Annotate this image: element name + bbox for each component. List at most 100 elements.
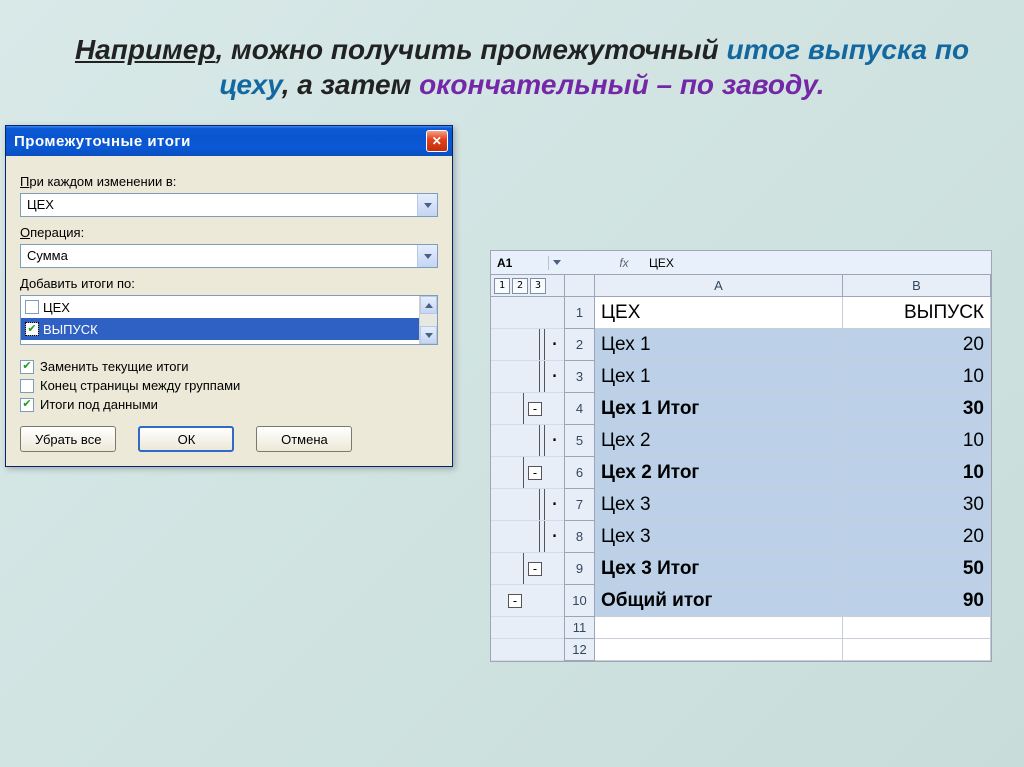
cell[interactable]: 50 — [843, 553, 991, 585]
collapse-icon[interactable]: - — [528, 562, 542, 576]
cell[interactable]: Цех 1 — [595, 329, 843, 361]
cell[interactable] — [595, 639, 843, 661]
combo-at-each-change[interactable]: ЦЕХ — [20, 193, 438, 217]
outline-column[interactable]: 123 - - - - — [491, 275, 565, 661]
scrollbar[interactable] — [419, 296, 437, 344]
row-header[interactable]: 7 — [565, 489, 595, 521]
cell[interactable]: 30 — [843, 393, 991, 425]
row-header[interactable]: 6 — [565, 457, 595, 489]
checkbox-below-data[interactable]: ✔ Итоги под данными — [20, 397, 438, 412]
outline-row[interactable]: - — [491, 393, 564, 425]
spreadsheet: A1 fx ЦЕХ 123 ---- A B 1ЦЕХВЫПУСК2Цех 12… — [490, 250, 992, 662]
remove-all-button[interactable]: Убрать все — [20, 426, 116, 452]
cell[interactable]: Цех 3 — [595, 521, 843, 553]
table-row[interactable]: 1ЦЕХВЫПУСК — [565, 297, 991, 329]
cell[interactable]: ВЫПУСК — [843, 297, 991, 329]
row-header[interactable]: 12 — [565, 639, 595, 661]
outline-row[interactable]: - — [491, 457, 564, 489]
cell[interactable]: Цех 2 — [595, 425, 843, 457]
row-header[interactable]: 9 — [565, 553, 595, 585]
cell[interactable]: Цех 3 Итог — [595, 553, 843, 585]
table-row[interactable]: 6Цех 2 Итог10 — [565, 457, 991, 489]
table-row[interactable]: 7Цех 330 — [565, 489, 991, 521]
cell[interactable]: Цех 2 Итог — [595, 457, 843, 489]
chevron-down-icon[interactable] — [417, 194, 437, 216]
table-row[interactable]: 5Цех 210 — [565, 425, 991, 457]
cell[interactable]: Общий итог — [595, 585, 843, 617]
cell[interactable]: 10 — [843, 425, 991, 457]
cell[interactable] — [843, 639, 991, 661]
checkbox-pagebreak[interactable]: Конец страницы между группами — [20, 378, 438, 393]
formula-input[interactable]: ЦЕХ — [643, 256, 991, 270]
fx-icon[interactable]: fx — [605, 256, 643, 270]
cell[interactable]: Цех 1 Итог — [595, 393, 843, 425]
cell[interactable]: 10 — [843, 457, 991, 489]
headline-lead: Например — [75, 34, 216, 65]
scroll-down-icon[interactable] — [420, 326, 437, 344]
cell[interactable]: 30 — [843, 489, 991, 521]
outline-row[interactable] — [491, 521, 564, 553]
row-header[interactable]: 1 — [565, 297, 595, 329]
cell[interactable]: Цех 3 — [595, 489, 843, 521]
table-row[interactable]: 2Цех 120 — [565, 329, 991, 361]
outline-row[interactable] — [491, 425, 564, 457]
row-header[interactable]: 8 — [565, 521, 595, 553]
collapse-icon[interactable]: - — [528, 466, 542, 480]
grid[interactable]: A B 1ЦЕХВЫПУСК2Цех 1203Цех 1104Цех 1 Ито… — [565, 275, 991, 661]
row-header[interactable]: 2 — [565, 329, 595, 361]
scroll-up-icon[interactable] — [420, 296, 437, 314]
outline-row[interactable] — [491, 329, 564, 361]
checkbox-icon — [20, 379, 34, 393]
cell[interactable]: 10 — [843, 361, 991, 393]
cell[interactable]: 20 — [843, 329, 991, 361]
list-item[interactable]: ЦЕХ — [21, 296, 419, 318]
cancel-button[interactable]: Отмена — [256, 426, 352, 452]
table-row[interactable]: 4Цех 1 Итог30 — [565, 393, 991, 425]
select-all-corner[interactable] — [565, 275, 595, 297]
outline-row[interactable] — [491, 639, 564, 661]
table-row[interactable]: 9Цех 3 Итог50 — [565, 553, 991, 585]
combo-operation[interactable]: Сумма — [20, 244, 438, 268]
outline-row[interactable] — [491, 361, 564, 393]
outline-level-button[interactable]: 1 — [494, 278, 510, 294]
outline-level-button[interactable]: 3 — [530, 278, 546, 294]
outline-row[interactable]: - — [491, 553, 564, 585]
name-box[interactable]: A1 — [491, 256, 549, 270]
cell[interactable]: Цех 1 — [595, 361, 843, 393]
outline-row[interactable]: - — [491, 585, 564, 617]
checkbox-icon: ✔ — [20, 398, 34, 412]
table-row[interactable]: 10Общий итог90 — [565, 585, 991, 617]
checkbox-replace[interactable]: ✔ Заменить текущие итоги — [20, 359, 438, 374]
row-header[interactable]: 4 — [565, 393, 595, 425]
cell[interactable]: ЦЕХ — [595, 297, 843, 329]
table-row[interactable]: 12 — [565, 639, 991, 661]
label-at-each-change: При каждом изменении в: — [20, 174, 438, 189]
cell[interactable]: 20 — [843, 521, 991, 553]
cell[interactable] — [595, 617, 843, 639]
row-header[interactable]: 10 — [565, 585, 595, 617]
row-header[interactable]: 11 — [565, 617, 595, 639]
cell[interactable]: 90 — [843, 585, 991, 617]
table-row[interactable]: 3Цех 110 — [565, 361, 991, 393]
collapse-icon[interactable]: - — [528, 402, 542, 416]
column-header-a[interactable]: A — [595, 275, 843, 297]
table-row[interactable]: 11 — [565, 617, 991, 639]
close-button[interactable]: ✕ — [426, 130, 448, 152]
row-header[interactable]: 3 — [565, 361, 595, 393]
outline-level-button[interactable]: 2 — [512, 278, 528, 294]
list-item[interactable]: ✔ВЫПУСК — [21, 318, 419, 340]
chevron-down-icon[interactable] — [417, 245, 437, 267]
label-add-subtotal-to: Добавить итоги по: — [20, 276, 438, 291]
cell[interactable] — [843, 617, 991, 639]
column-header-b[interactable]: B — [843, 275, 991, 297]
outline-row[interactable] — [491, 297, 564, 329]
listbox-add-subtotal[interactable]: ЦЕХ✔ВЫПУСК — [20, 295, 438, 345]
dialog-titlebar[interactable]: Промежуточные итоги ✕ — [6, 126, 452, 156]
chevron-down-icon[interactable] — [549, 260, 565, 265]
outline-row[interactable] — [491, 617, 564, 639]
ok-button[interactable]: ОК — [138, 426, 234, 452]
table-row[interactable]: 8Цех 320 — [565, 521, 991, 553]
outline-row[interactable] — [491, 489, 564, 521]
row-header[interactable]: 5 — [565, 425, 595, 457]
collapse-icon[interactable]: - — [508, 594, 522, 608]
